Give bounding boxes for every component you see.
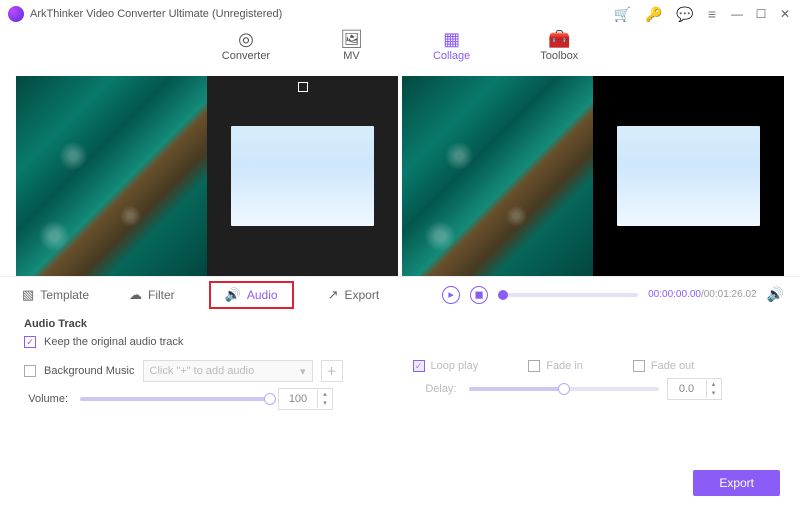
cart-icon[interactable]: 🛒	[614, 6, 631, 23]
fade-in-label: Fade in	[546, 360, 583, 372]
play-button[interactable]: ▸	[442, 286, 460, 304]
spin-up-icon[interactable]: ▴	[707, 380, 721, 389]
subtab-label: Filter	[148, 288, 175, 302]
nav-label: Collage	[433, 50, 470, 62]
keep-original-row: Keep the original audio track	[24, 336, 776, 348]
resize-handle-icon[interactable]	[298, 82, 308, 92]
delay-spinbox[interactable]: ▴▾	[667, 378, 722, 400]
delay-slider[interactable]	[469, 387, 659, 391]
subtab-export[interactable]: ↗ Export	[322, 283, 386, 307]
volume-slider[interactable]	[80, 397, 270, 401]
nav-label: MV	[343, 50, 360, 62]
volume-value[interactable]	[279, 393, 317, 405]
feedback-icon[interactable]: 💬	[676, 6, 693, 23]
preview-cell-1	[402, 76, 593, 276]
subtab-filter[interactable]: ☁ Filter	[123, 283, 181, 307]
subtab-label: Export	[344, 288, 379, 302]
section-title: Audio Track	[24, 318, 776, 330]
collage-cell-2[interactable]	[207, 76, 398, 276]
subtab-label: Audio	[247, 288, 278, 302]
playback-flags: Loop play Fade in Fade out	[413, 360, 722, 372]
main-nav: ◎ Converter 🖼 MV ▦ Collage 🧰 Toolbox	[0, 28, 800, 76]
nav-label: Toolbox	[540, 50, 578, 62]
template-icon: ▧	[22, 287, 34, 303]
preview-thumb-ocean	[402, 76, 593, 276]
workspace	[0, 76, 800, 276]
seek-slider[interactable]	[498, 293, 638, 297]
editor-panel[interactable]	[16, 76, 398, 276]
loop-play-checkbox[interactable]	[413, 360, 425, 372]
title-bar: ArkThinker Video Converter Ultimate (Unr…	[0, 0, 800, 28]
timecode: 00:00:00.00/00:01:26.02	[648, 289, 756, 300]
stop-button[interactable]: ◼	[470, 286, 488, 304]
fade-out-label: Fade out	[651, 360, 694, 372]
close-icon[interactable]: ✕	[778, 7, 792, 21]
maximize-icon[interactable]: ☐	[754, 7, 768, 21]
audio-options: Audio Track Keep the original audio trac…	[0, 312, 800, 416]
delay-label: Delay:	[413, 383, 461, 395]
sub-tab-bar: ▧ Template ☁ Filter 🔊 Audio ↗ Export ▸ ◼…	[0, 276, 800, 312]
bg-music-label: Background Music	[44, 365, 135, 377]
clip-thumbnail-ocean	[16, 76, 207, 276]
delay-knob[interactable]	[558, 383, 570, 395]
playback-controls: ▸ ◼ 00:00:00.00/00:01:26.02 🔊	[442, 286, 784, 304]
export-button[interactable]: Export	[693, 470, 780, 496]
key-icon[interactable]: 🔑	[645, 6, 662, 23]
add-audio-button[interactable]: ＋	[321, 360, 343, 382]
menu-icon[interactable]: ≡	[708, 6, 716, 22]
bg-music-select[interactable]: Click "+" to add audio ▾	[143, 360, 313, 382]
subtab-audio[interactable]: 🔊 Audio	[209, 281, 294, 309]
toolbox-icon: 🧰	[548, 30, 570, 48]
collage-cell-1[interactable]	[16, 76, 207, 276]
preview-cell-2	[593, 76, 784, 276]
keep-original-checkbox[interactable]	[24, 336, 36, 348]
delay-row: Delay: ▴▾	[413, 378, 722, 400]
app-window: ArkThinker Video Converter Ultimate (Unr…	[0, 0, 800, 507]
preview-panel	[402, 76, 784, 276]
spin-up-icon[interactable]: ▴	[318, 390, 332, 399]
preview-thumb-sky	[617, 126, 760, 226]
fade-out-checkbox[interactable]	[633, 360, 645, 372]
volume-icon[interactable]: 🔊	[767, 286, 784, 303]
filter-icon: ☁	[129, 287, 142, 303]
spin-down-icon[interactable]: ▾	[318, 399, 332, 408]
footer: Export	[0, 459, 800, 507]
subtab-label: Template	[40, 288, 89, 302]
mv-icon: 🖼	[340, 30, 363, 48]
app-title: ArkThinker Video Converter Ultimate (Unr…	[30, 8, 282, 20]
nav-toolbox[interactable]: 🧰 Toolbox	[540, 30, 578, 62]
volume-label: Volume:	[24, 393, 72, 405]
nav-converter[interactable]: ◎ Converter	[222, 30, 270, 62]
minimize-icon[interactable]: —	[730, 7, 744, 21]
delay-value[interactable]	[668, 383, 706, 395]
app-logo-icon	[8, 6, 24, 22]
volume-knob[interactable]	[264, 393, 276, 405]
nav-label: Converter	[222, 50, 270, 62]
bg-music-row: Background Music Click "+" to add audio …	[24, 360, 343, 382]
volume-row: Volume: ▴▾	[24, 388, 343, 410]
bg-music-checkbox[interactable]	[24, 365, 36, 377]
title-actions: 🛒 🔑 💬 ≡	[614, 6, 716, 23]
collage-icon: ▦	[443, 30, 460, 48]
bg-music-placeholder: Click "+" to add audio	[150, 365, 255, 377]
subtab-template[interactable]: ▧ Template	[16, 283, 95, 307]
clip-thumbnail-sky	[231, 126, 374, 226]
nav-mv[interactable]: 🖼 MV	[340, 30, 363, 62]
fade-in-checkbox[interactable]	[528, 360, 540, 372]
time-current: 00:00:00.00	[648, 289, 701, 300]
volume-spinbox[interactable]: ▴▾	[278, 388, 333, 410]
export-icon: ↗	[328, 287, 339, 303]
converter-icon: ◎	[238, 30, 254, 48]
time-total: 00:01:26.02	[704, 289, 757, 300]
window-controls: — ☐ ✕	[730, 7, 792, 21]
audio-icon: 🔊	[225, 287, 241, 303]
loop-play-label: Loop play	[431, 360, 479, 372]
keep-original-label: Keep the original audio track	[44, 336, 183, 348]
spin-down-icon[interactable]: ▾	[707, 389, 721, 398]
chevron-down-icon: ▾	[300, 365, 306, 378]
nav-collage[interactable]: ▦ Collage	[433, 30, 470, 62]
